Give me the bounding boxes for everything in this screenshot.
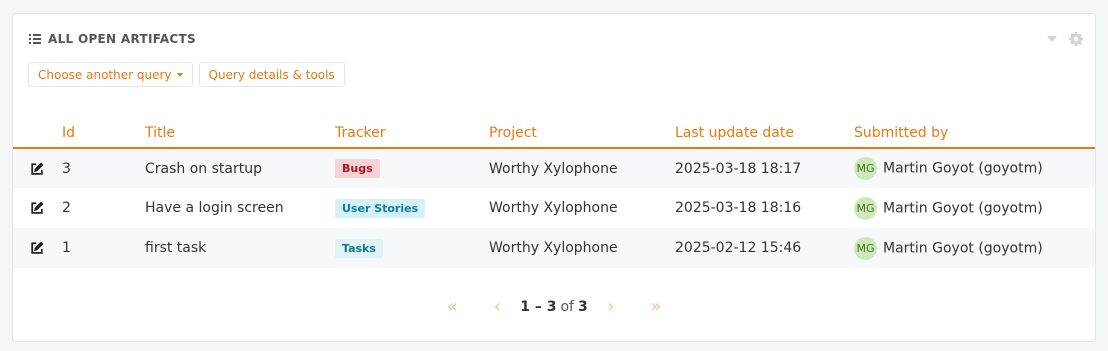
previous-page-icon[interactable]: ‹ <box>483 296 511 317</box>
collapse-caret-icon[interactable] <box>1047 36 1057 42</box>
first-page-icon[interactable]: « <box>438 296 466 317</box>
column-submitted-by[interactable]: Submitted by <box>854 122 1095 149</box>
artifact-title[interactable]: Have a login screen <box>145 188 335 228</box>
submitter-name[interactable]: Martin Goyot (goyotm) <box>883 240 1043 256</box>
pagination: « ‹ 1 – 3 of 3 › » <box>13 296 1095 317</box>
artifacts-table: Id Title Tracker Project Last update dat… <box>13 122 1095 268</box>
column-title[interactable]: Title <box>145 122 335 149</box>
artifact-project: Worthy Xylophone <box>489 160 618 177</box>
last-page-icon[interactable]: » <box>642 296 670 317</box>
artifact-id[interactable]: 3 <box>62 148 145 188</box>
artifacts-widget: ALL OPEN ARTIFACTS Choose another query … <box>12 13 1096 342</box>
avatar: MG <box>854 236 877 260</box>
column-last-update[interactable]: Last update date <box>675 122 854 149</box>
artifact-title[interactable]: Crash on startup <box>145 148 335 188</box>
artifact-date: 2025-03-18 18:17 <box>675 160 802 177</box>
artifact-project: Worthy Xylophone <box>489 200 618 216</box>
table-header-row: Id Title Tracker Project Last update dat… <box>13 122 1095 149</box>
table-row: 3 Crash on startup Bugs Worthy Xylophone… <box>13 148 1095 188</box>
page-of-label: of <box>560 298 574 315</box>
tracker-badge-tasks: Tasks <box>335 238 383 258</box>
widget-title: ALL OPEN ARTIFACTS <box>48 32 196 46</box>
artifact-date: 2025-03-18 18:16 <box>675 200 802 216</box>
tracker-badge-user-stories: User Stories <box>335 198 426 218</box>
column-id[interactable]: Id <box>62 122 145 149</box>
column-project[interactable]: Project <box>489 122 675 149</box>
edit-icon[interactable] <box>30 201 44 215</box>
artifact-id[interactable]: 1 <box>62 228 145 268</box>
avatar: MG <box>854 157 877 180</box>
edit-icon[interactable] <box>30 241 44 255</box>
dropdown-caret-icon <box>176 72 183 77</box>
page-total: 3 <box>577 298 588 315</box>
artifact-project: Worthy Xylophone <box>489 240 618 256</box>
table-row: 2 Have a login screen User Stories Worth… <box>13 188 1095 228</box>
list-icon <box>29 34 41 44</box>
tracker-badge-bugs: Bugs <box>335 159 380 178</box>
artifact-date: 2025-02-12 15:46 <box>675 240 802 256</box>
choose-query-button[interactable]: Choose another query <box>28 62 193 87</box>
gear-icon[interactable] <box>1069 32 1083 46</box>
submitter-name[interactable]: Martin Goyot (goyotm) <box>883 161 1043 177</box>
column-edit <box>13 122 62 149</box>
query-details-label: Query details & tools <box>208 67 335 82</box>
query-details-button[interactable]: Query details & tools <box>198 62 345 87</box>
avatar: MG <box>854 196 877 220</box>
table-row: 1 first task Tasks Worthy Xylophone 2025… <box>13 228 1095 268</box>
page-range: 1 – 3 <box>520 298 557 315</box>
choose-query-label: Choose another query <box>38 67 172 82</box>
column-tracker[interactable]: Tracker <box>335 122 489 149</box>
edit-icon[interactable] <box>30 162 44 176</box>
widget-header: ALL OPEN ARTIFACTS <box>29 31 196 47</box>
artifact-id[interactable]: 2 <box>62 188 145 228</box>
artifact-title[interactable]: first task <box>145 228 335 268</box>
widget-tools <box>1047 32 1083 46</box>
submitter-name[interactable]: Martin Goyot (goyotm) <box>883 200 1043 216</box>
next-page-icon[interactable]: › <box>597 296 625 317</box>
